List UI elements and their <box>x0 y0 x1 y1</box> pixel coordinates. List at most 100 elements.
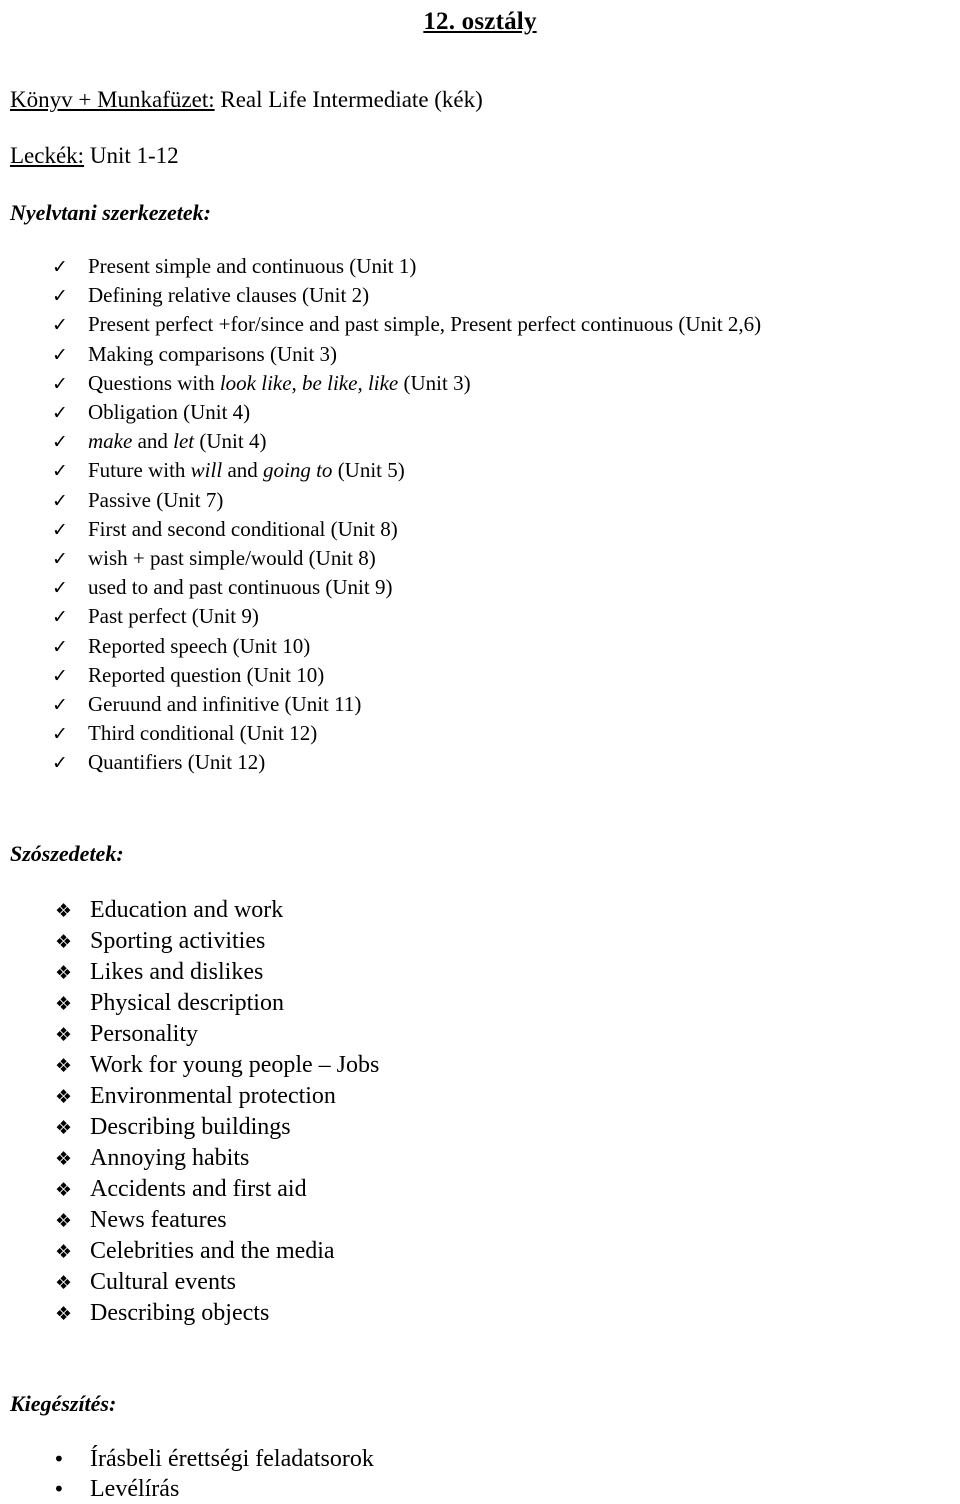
list-item: ❖ Annoying habits <box>10 1143 950 1174</box>
list-item: ❖ Physical description <box>10 988 950 1019</box>
floral-diamond-icon: ❖ <box>55 1271 73 1294</box>
list-item: ✓ First and second conditional (Unit 8) <box>10 515 950 544</box>
list-item-label: used to and past continuous (Unit 9) <box>88 575 393 600</box>
check-mark-icon: ✓ <box>52 577 68 600</box>
round-bullet-icon: • <box>53 1447 65 1472</box>
list-item: ✓ Quantifiers (Unit 12) <box>10 748 950 777</box>
list-item: ❖ Cultural events <box>10 1267 950 1298</box>
check-mark-icon: ✓ <box>52 723 68 746</box>
list-item: ❖ Personality <box>10 1019 950 1050</box>
list-item: ✓ Present perfect +for/since and past sim… <box>10 310 950 339</box>
check-mark-icon: ✓ <box>52 693 68 716</box>
list-item: • Írásbeli érettségi feladatsorok <box>10 1444 950 1474</box>
list-item-label: Defining relative clauses (Unit 2) <box>88 283 370 308</box>
floral-diamond-icon: ❖ <box>55 1054 73 1077</box>
list-item: ❖ Describing buildings <box>10 1112 950 1143</box>
check-mark-icon: ✓ <box>52 635 68 658</box>
section-heading-vocabulary: Szószedetek: <box>10 840 124 866</box>
floral-diamond-icon: ❖ <box>55 1023 73 1046</box>
list-item-label: First and second conditional (Unit 8) <box>88 516 398 541</box>
list-item: ✓ Geruund and infinitive (Unit 11) <box>10 690 950 719</box>
list-item-label: Making comparisons (Unit 3) <box>88 341 338 366</box>
list-item-label: Reported speech (Unit 10) <box>88 633 311 658</box>
section-heading-grammar: Nyelvtani szerkezetek: <box>10 199 211 225</box>
list-item: ✓ Present simple and continuous (Unit 1) <box>10 252 950 281</box>
list-item-label: Cultural events <box>90 1268 236 1295</box>
list-item: ❖ Likes and dislikes <box>10 957 950 988</box>
floral-diamond-icon: ❖ <box>55 1085 73 1108</box>
book-value: Real Life Intermediate (kék) <box>214 87 483 112</box>
list-item-label: Celebrities and the media <box>90 1237 335 1264</box>
floral-diamond-icon: ❖ <box>55 1209 73 1232</box>
book-line: Könyv + Munkafüzet: Real Life Intermedia… <box>10 86 950 115</box>
floral-diamond-icon: ❖ <box>55 930 73 953</box>
floral-diamond-icon: ❖ <box>55 1116 73 1139</box>
list-item-label: Írásbeli érettségi feladatsorok <box>90 1446 374 1473</box>
list-item: ❖ Accidents and first aid <box>10 1174 950 1205</box>
list-item: ❖ Sporting activities <box>10 926 950 957</box>
list-item-label: Third conditional (Unit 12) <box>88 721 318 746</box>
list-item: ✓ Passive (Unit 7) <box>10 486 950 515</box>
list-item: ✓ used to and past continuous (Unit 9) <box>10 573 950 602</box>
list-item-label: wish + past simple/would (Unit 8) <box>88 545 376 570</box>
check-mark-icon: ✓ <box>52 664 68 687</box>
list-item-label: Future with will and going to (Unit 5) <box>88 458 405 483</box>
check-mark-icon: ✓ <box>52 372 68 395</box>
list-item-label: Physical description <box>90 989 284 1016</box>
list-item-label: Reported question (Unit 10) <box>88 662 325 687</box>
list-item: ❖ Work for young people – Jobs <box>10 1050 950 1081</box>
list-item-label: Geruund and infinitive (Unit 11) <box>88 691 362 716</box>
check-mark-icon: ✓ <box>52 547 68 570</box>
check-mark-icon: ✓ <box>52 343 68 366</box>
round-bullet-icon: • <box>53 1477 65 1502</box>
lessons-line: Leckék: Unit 1-12 <box>10 142 950 171</box>
floral-diamond-icon: ❖ <box>55 1147 73 1170</box>
list-item-label: Likes and dislikes <box>90 958 264 985</box>
list-item: ✓ Future with will and going to (Unit 5) <box>10 456 950 485</box>
lessons-value: Unit 1-12 <box>84 142 179 168</box>
list-item: ✓ Reported question (Unit 10) <box>10 661 950 690</box>
check-mark-icon: ✓ <box>52 314 68 337</box>
floral-diamond-icon: ❖ <box>55 992 73 1015</box>
check-mark-icon: ✓ <box>52 489 68 512</box>
check-mark-icon: ✓ <box>52 401 68 424</box>
document-page: 12. osztály Könyv + Munkafüzet: Real Lif… <box>0 0 960 1502</box>
floral-diamond-icon: ❖ <box>55 1240 73 1263</box>
list-item: ❖ Describing objects <box>10 1298 950 1329</box>
list-item-label: Quantifiers (Unit 12) <box>88 750 266 775</box>
check-mark-icon: ✓ <box>52 255 68 278</box>
page-title: 12. osztály <box>423 8 537 35</box>
list-item: ✓ Making comparisons (Unit 3) <box>10 340 950 369</box>
list-item: ✓ Defining relative clauses (Unit 2) <box>10 281 950 310</box>
list-item-label: Accidents and first aid <box>90 1175 307 1202</box>
check-mark-icon: ✓ <box>52 606 68 629</box>
list-item-label: Describing objects <box>90 1299 270 1326</box>
list-item: ❖ Education and work <box>10 895 950 926</box>
lessons-label: Leckék: <box>10 142 85 168</box>
list-item: ✓ Reported speech (Unit 10) <box>10 632 950 661</box>
floral-diamond-icon: ❖ <box>55 1178 73 1201</box>
list-item: ❖ Environmental protection <box>10 1081 950 1112</box>
list-item: ✓ Past perfect (Unit 9) <box>10 602 950 631</box>
list-item-label: Present perfect +for/since and past simp… <box>88 312 762 337</box>
list-item: ✓ Third conditional (Unit 12) <box>10 719 950 748</box>
check-mark-icon: ✓ <box>52 752 68 775</box>
list-item-label: Personality <box>90 1020 198 1047</box>
check-mark-icon: ✓ <box>52 285 68 308</box>
list-item: ❖ News features <box>10 1205 950 1236</box>
list-item-label: Annoying habits <box>90 1144 250 1171</box>
floral-diamond-icon: ❖ <box>55 899 73 922</box>
list-item-label: Levélírás <box>90 1476 180 1503</box>
list-item-label: Education and work <box>90 896 284 923</box>
section-heading-extra: Kiegészítés: <box>10 1390 117 1416</box>
list-item: ✓ make and let (Unit 4) <box>10 427 950 456</box>
floral-diamond-icon: ❖ <box>55 961 73 984</box>
book-label: Könyv + Munkafüzet: <box>10 87 215 112</box>
list-item-label: Passive (Unit 7) <box>88 487 224 512</box>
extra-list: • Írásbeli érettségi feladatsorok • Levélír… <box>10 1444 950 1504</box>
list-item-label: Work for young people – Jobs <box>90 1051 380 1078</box>
list-item-label: News features <box>90 1206 227 1233</box>
list-item-label: Sporting activities <box>90 927 266 954</box>
list-item: ✓ Questions with look like, be like, like… <box>10 369 950 398</box>
list-item-label: Describing buildings <box>90 1113 291 1140</box>
